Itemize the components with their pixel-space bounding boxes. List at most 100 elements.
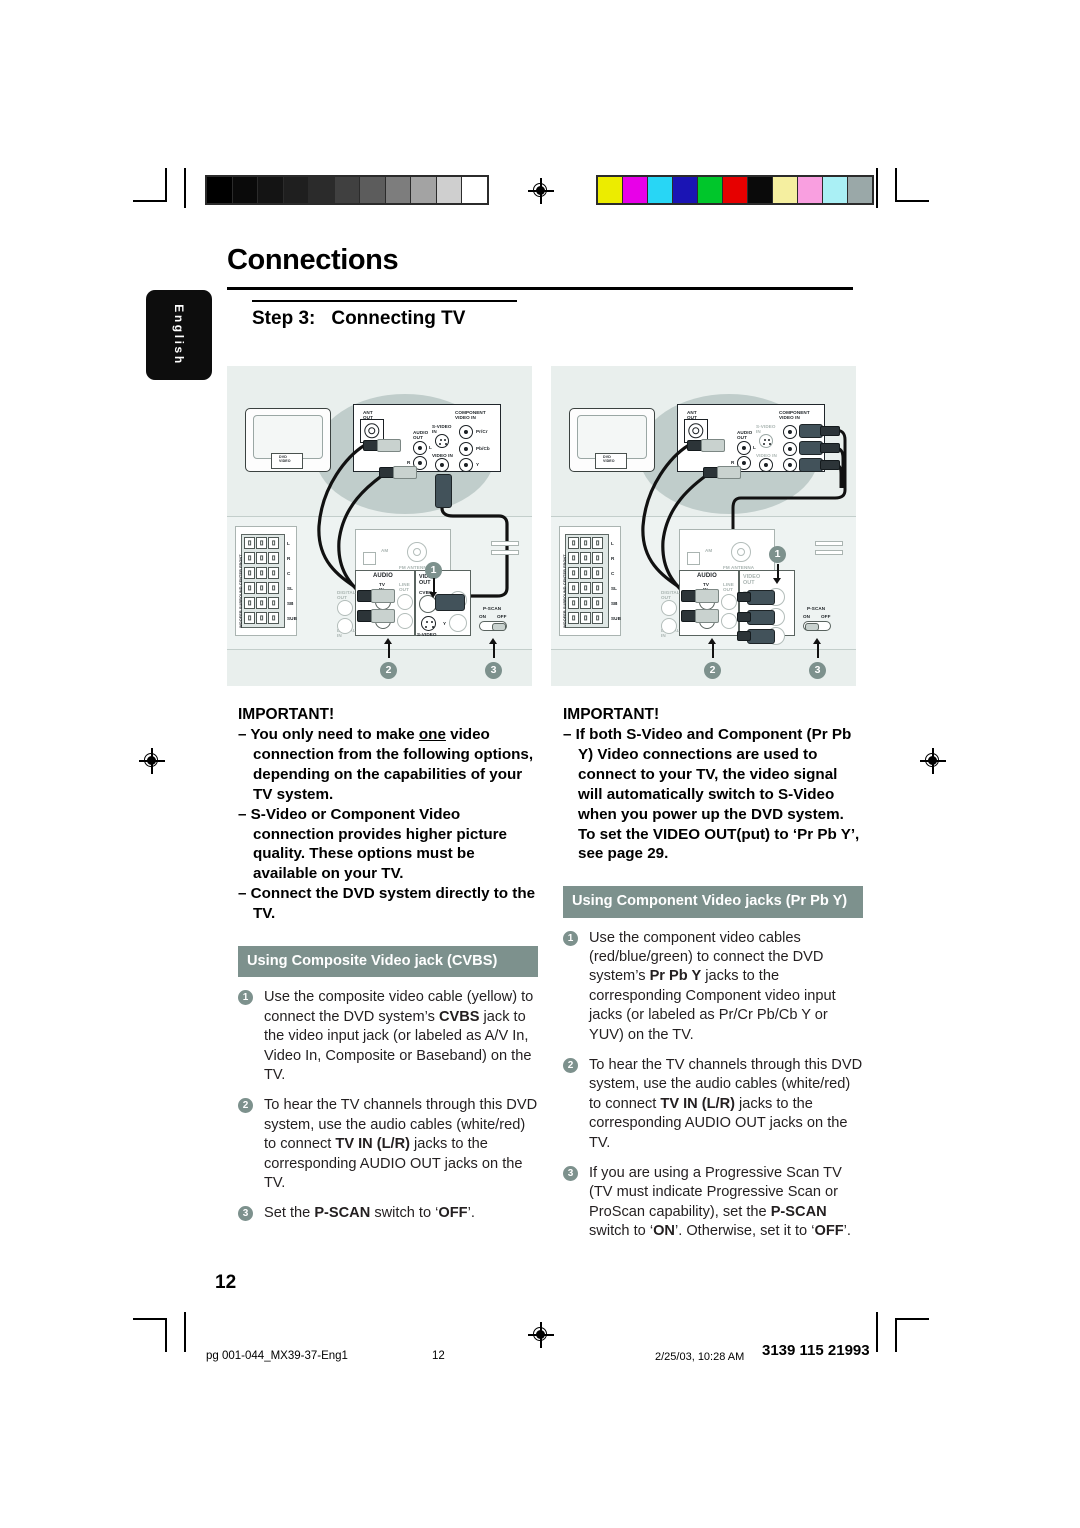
step-text-emphasis: P-SCAN [314, 1205, 371, 1222]
crop-mark-top-left-v [165, 168, 167, 202]
speaker-terminal-cell [256, 552, 267, 564]
important-item-pre: – You only need to make [238, 726, 419, 743]
grayscale-swatch [360, 177, 386, 203]
grayscale-swatch [283, 177, 310, 203]
speaker-terminal-cell [244, 537, 255, 549]
crop-mark-bottom-right-v [895, 1318, 897, 1352]
cable-plug-tv-audio-l-collar [701, 439, 725, 452]
steps-list-composite: 1 Use the composite video cable (yellow) … [238, 988, 538, 1223]
callout-3-arrow [813, 638, 821, 644]
dvd-line-out-l-jack [397, 594, 413, 610]
color-swatch [748, 177, 773, 203]
cable-plug-dvd-tv-in-r-collar [695, 609, 719, 623]
callout-2: 2 [704, 662, 721, 679]
step-rule [252, 300, 517, 302]
speaker-terminal-cell [244, 567, 255, 579]
footer-rule-left [133, 1318, 167, 1320]
speaker-terminal-cell [256, 597, 267, 609]
grayscale-swatch [462, 177, 488, 203]
callout-1: 1 [769, 546, 786, 563]
section-banner-component: Using Component Video jacks (Pr Pb Y) [563, 886, 863, 918]
step-number-badge: 1 [563, 930, 578, 946]
crop-mark-top-right-bar [876, 168, 878, 208]
right-text-column: IMPORTANT! – If both S-Video and Compone… [563, 706, 863, 1242]
speaker-terminal-cell [568, 567, 579, 579]
dvd-pscan-title: P-SCAN [483, 606, 502, 611]
speaker-terminal-cell [256, 567, 267, 579]
cable-plug-dvd-tv-in-l-collar [371, 589, 395, 603]
speaker-terminal-cell [592, 537, 603, 549]
dvd-pscan-off-label: OFF [821, 614, 831, 619]
step-item: 1 Use the component video cables (red/blu… [563, 929, 863, 1045]
grayscale-swatch [207, 177, 233, 203]
speaker-terminal-cell [244, 597, 255, 609]
dvd-video-out-title: VIDEOOUT [743, 574, 761, 587]
cable-plug-tv-audio-r-collar [393, 466, 417, 479]
dvd-pscan-on-label: ON [803, 614, 811, 619]
dvd-am-antenna-box [687, 552, 700, 565]
step-item: 1 Use the composite video cable (yellow) … [238, 988, 538, 1085]
language-tab: English [146, 290, 212, 380]
speaker-terminal-cell [568, 537, 579, 549]
cable-plug-dvd-tv-in-l-collar [695, 589, 719, 603]
dvd-digital-out-jack [661, 600, 677, 616]
title-rule [227, 287, 853, 290]
dvd-pscan-switch-knob[interactable] [805, 623, 819, 631]
step-text-emphasis: TV IN (L/R) [335, 1136, 410, 1153]
cable-plug-tv-audio-r-collar [717, 466, 741, 479]
dvd-audio-title: AUDIO [697, 573, 717, 579]
dvd-pscan-switch-knob[interactable] [492, 623, 506, 631]
dvd-speaker-group-label: WOOFER SURROUND CENTER FRONT [563, 554, 567, 628]
dvd-y-label: Y [443, 621, 447, 626]
color-swatch [623, 177, 648, 203]
cable-plug-tv-audio-l-collar [377, 439, 401, 452]
color-calibration-bar [596, 175, 874, 205]
cable-plug-dvd-cvbs [435, 594, 465, 611]
color-swatch [773, 177, 798, 203]
speaker-row-label: C [611, 571, 615, 576]
dvd-pscan-on-label: ON [479, 614, 487, 619]
step-number-badge: 1 [238, 990, 253, 1006]
dvd-fm-antenna-jack-inner [737, 548, 745, 556]
cable-plug-dvd-component-3 [747, 629, 775, 644]
dvd-svideo-jack [421, 616, 436, 631]
footer-filename: pg 001-044_MX39-37-Eng1 [206, 1350, 348, 1362]
registration-mark-right [920, 748, 946, 774]
step-text-emphasis: CVBS [438, 1008, 480, 1025]
important-item-underline: one [418, 726, 446, 743]
dvd-line-out-r-jack [397, 613, 413, 629]
grayscale-swatch [334, 177, 361, 203]
speaker-row-label: SB [611, 601, 618, 606]
step-text: If you are using a Progressive Scan TV (… [589, 1165, 851, 1239]
speaker-row-label: SUB [287, 616, 297, 621]
grayscale-swatch [411, 177, 437, 203]
step-text-emphasis: TV IN (L/R) [660, 1095, 735, 1112]
dvd-pscan-title: P-SCAN [807, 606, 826, 611]
step-text-run: switch to ‘ [589, 1223, 654, 1240]
cable-plug-dvd-component-2-tail [737, 612, 751, 622]
crop-mark-top-left-bar [184, 168, 186, 208]
composite-video-connection-diagram: DVD VIDEO ANT OUT AUDIO OUT L R S-VIDEO IN V… [227, 366, 532, 686]
cable-plug-dvd-component-1 [747, 590, 775, 605]
color-swatch [823, 177, 848, 203]
speaker-row-label: SB [287, 601, 294, 606]
grayscale-swatch [258, 177, 284, 203]
callout-1-arrow [429, 592, 437, 598]
speaker-terminal-cell [568, 582, 579, 594]
step-text-emphasis: P-SCAN [770, 1203, 827, 1220]
step-number-badge: 3 [563, 1166, 578, 1182]
step-item: 2 To hear the TV channels through this DV… [238, 1096, 538, 1193]
step-number-badge: 2 [563, 1058, 578, 1074]
step-text-emphasis: ON [653, 1223, 675, 1240]
dvd-digital-out-jack [337, 600, 353, 616]
callout-1: 1 [425, 562, 442, 579]
section-banner-composite: Using Composite Video jack (CVBS) [238, 946, 538, 978]
footer-timestamp: 2/25/03, 10:28 AM [655, 1351, 745, 1363]
callout-3-stem [493, 644, 495, 658]
step-item: 3 Set the P-SCAN switch to ‘OFF’. [238, 1204, 538, 1223]
step-text: To hear the TV channels through this DVD… [589, 1057, 862, 1151]
dvd-line-out-label: LINE OUT [399, 582, 410, 593]
dvd-digital-in-jack [337, 618, 353, 634]
page-number: 12 [215, 1272, 237, 1293]
speaker-terminal-cell [592, 582, 603, 594]
